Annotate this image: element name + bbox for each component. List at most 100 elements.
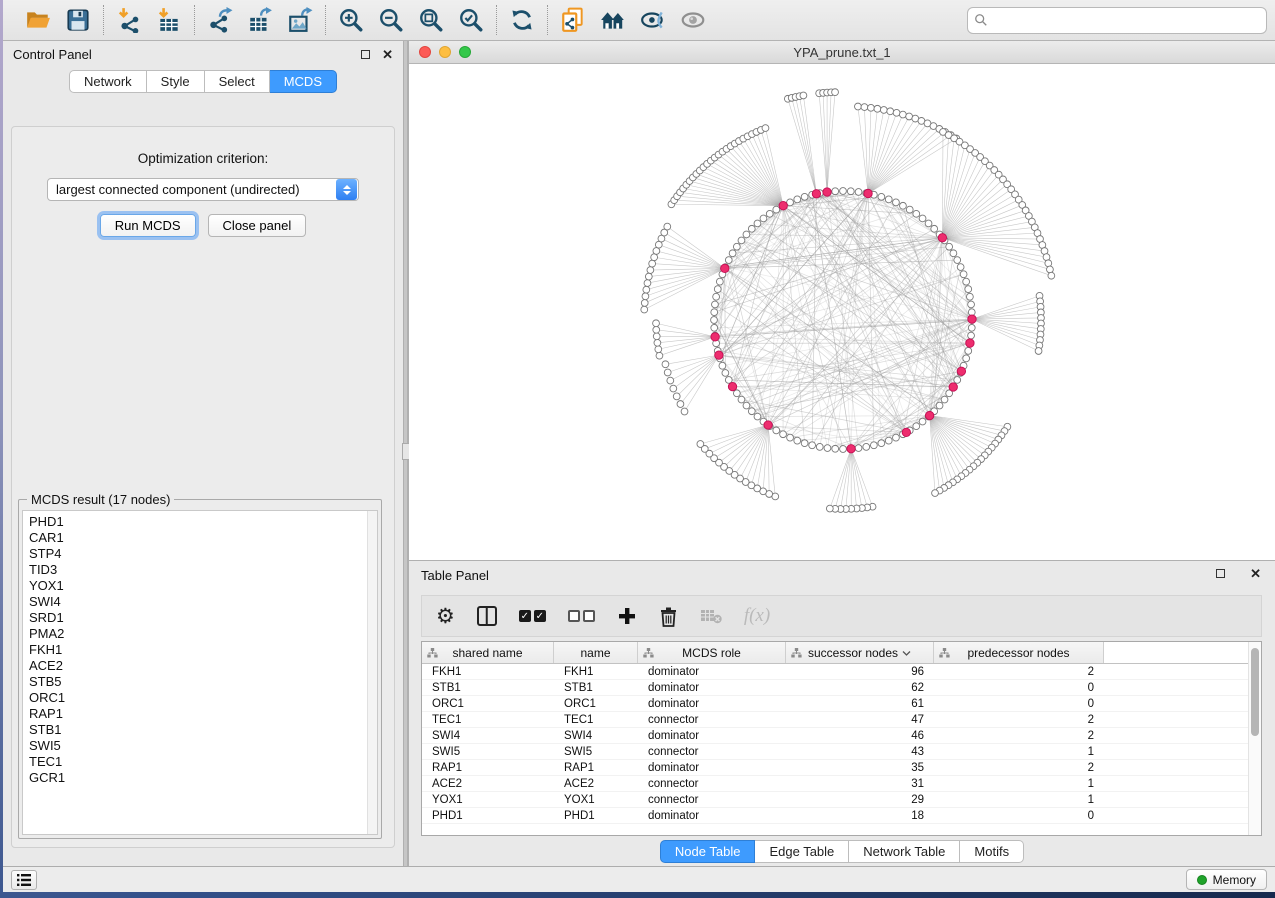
- tab-style[interactable]: Style: [147, 70, 205, 93]
- search-input[interactable]: [992, 13, 1260, 28]
- table-cell[interactable]: 2: [934, 728, 1104, 743]
- table-cell[interactable]: PHD1: [554, 808, 638, 823]
- network-node[interactable]: [832, 89, 839, 96]
- network-node[interactable]: [748, 225, 755, 232]
- table-cell[interactable]: RAP1: [422, 760, 554, 775]
- deselect-all-columns-button[interactable]: [568, 603, 595, 629]
- network-node[interactable]: [893, 199, 900, 206]
- close-table-panel-icon[interactable]: ✕: [1250, 567, 1261, 580]
- table-cell[interactable]: STB1: [554, 680, 638, 695]
- network-node[interactable]: [645, 273, 652, 280]
- network-node[interactable]: [714, 286, 721, 293]
- network-node[interactable]: [712, 301, 719, 308]
- network-node[interactable]: [946, 243, 953, 250]
- show-task-history-button[interactable]: [11, 870, 37, 890]
- network-node[interactable]: [968, 324, 975, 331]
- table-cell[interactable]: TEC1: [422, 712, 554, 727]
- table-row[interactable]: YOX1YOX1connector291: [422, 792, 1248, 808]
- network-node[interactable]: [913, 423, 920, 430]
- network-hub-node[interactable]: [847, 445, 855, 453]
- column-header-predecessor-nodes[interactable]: predecessor nodes: [934, 642, 1104, 663]
- network-node[interactable]: [968, 301, 975, 308]
- hide-panels-button[interactable]: [638, 5, 668, 35]
- open-file-button[interactable]: [23, 5, 53, 35]
- network-node[interactable]: [664, 223, 671, 230]
- export-table-button[interactable]: [245, 5, 275, 35]
- network-node[interactable]: [743, 231, 750, 238]
- network-node[interactable]: [801, 440, 808, 447]
- table-cell[interactable]: dominator: [638, 696, 786, 711]
- mcds-result-item[interactable]: PMA2: [29, 626, 377, 642]
- network-node[interactable]: [681, 408, 688, 415]
- network-node[interactable]: [966, 293, 973, 300]
- network-node[interactable]: [870, 442, 877, 449]
- mcds-result-item[interactable]: RAP1: [29, 706, 377, 722]
- network-hub-node[interactable]: [823, 188, 831, 196]
- zoom-in-button[interactable]: [336, 5, 366, 35]
- network-node[interactable]: [963, 355, 970, 362]
- network-hub-node[interactable]: [812, 190, 820, 198]
- table-cell[interactable]: ACE2: [554, 776, 638, 791]
- mcds-result-item[interactable]: SWI5: [29, 738, 377, 754]
- network-node[interactable]: [725, 257, 732, 264]
- table-cell[interactable]: 29: [786, 792, 934, 807]
- network-node[interactable]: [899, 111, 906, 118]
- network-node[interactable]: [766, 210, 773, 217]
- table-cell[interactable]: ACE2: [422, 776, 554, 791]
- network-node[interactable]: [733, 243, 740, 250]
- network-node[interactable]: [800, 92, 807, 99]
- table-cell[interactable]: 61: [786, 696, 934, 711]
- network-node[interactable]: [719, 362, 726, 369]
- network-node[interactable]: [801, 193, 808, 200]
- network-node[interactable]: [913, 210, 920, 217]
- network-node[interactable]: [644, 280, 651, 287]
- network-node[interactable]: [711, 317, 718, 324]
- mcds-result-list[interactable]: PHD1CAR1STP4TID3YOX1SWI4SRD1PMA2FKH1ACE2…: [22, 510, 378, 835]
- table-cell[interactable]: 1: [934, 744, 1104, 759]
- network-node[interactable]: [824, 445, 831, 452]
- table-cell[interactable]: FKH1: [422, 664, 554, 679]
- table-cell[interactable]: YOX1: [554, 792, 638, 807]
- table-cell[interactable]: connector: [638, 744, 786, 759]
- network-node[interactable]: [641, 306, 648, 313]
- table-row[interactable]: PHD1PHD1dominator180: [422, 808, 1248, 824]
- network-node[interactable]: [861, 104, 868, 111]
- mcds-result-item[interactable]: GCR1: [29, 770, 377, 786]
- table-cell[interactable]: 18: [786, 808, 934, 823]
- table-cell[interactable]: STB1: [422, 680, 554, 695]
- show-graphics-button[interactable]: [678, 5, 708, 35]
- network-node[interactable]: [642, 293, 649, 300]
- network-node[interactable]: [762, 125, 769, 132]
- network-node[interactable]: [649, 260, 656, 267]
- table-cell[interactable]: SWI4: [422, 728, 554, 743]
- mcds-result-item[interactable]: TEC1: [29, 754, 377, 770]
- list-scrollbar[interactable]: [367, 511, 377, 834]
- import-table-button[interactable]: [154, 5, 184, 35]
- table-settings-button[interactable]: ⚙: [436, 603, 455, 629]
- table-row[interactable]: ORC1ORC1dominator610: [422, 696, 1248, 712]
- mcds-result-item[interactable]: STP4: [29, 546, 377, 562]
- network-node[interactable]: [748, 408, 755, 415]
- memory-button[interactable]: Memory: [1186, 869, 1267, 890]
- float-panel-icon[interactable]: [361, 50, 370, 59]
- add-column-button[interactable]: [617, 603, 637, 629]
- table-row[interactable]: ACE2ACE2connector311: [422, 776, 1248, 792]
- table-cell[interactable]: 2: [934, 760, 1104, 775]
- network-window-titlebar[interactable]: YPA_prune.txt_1: [409, 41, 1275, 64]
- network-node[interactable]: [919, 418, 926, 425]
- table-cell[interactable]: 96: [786, 664, 934, 679]
- tab-network[interactable]: Network: [69, 70, 147, 93]
- network-node[interactable]: [880, 107, 887, 114]
- table-cell[interactable]: dominator: [638, 760, 786, 775]
- network-node[interactable]: [957, 264, 964, 271]
- network-node[interactable]: [855, 103, 862, 110]
- table-row[interactable]: SWI5SWI5connector431: [422, 744, 1248, 760]
- refresh-layout-button[interactable]: [507, 5, 537, 35]
- table-row[interactable]: FKH1FKH1dominator962: [422, 664, 1248, 680]
- column-header-MCDS-role[interactable]: MCDS role: [638, 642, 786, 663]
- network-node[interactable]: [1035, 348, 1042, 355]
- network-hub-node[interactable]: [715, 351, 723, 359]
- network-node[interactable]: [900, 202, 907, 209]
- network-node[interactable]: [887, 108, 894, 115]
- network-node[interactable]: [832, 445, 839, 452]
